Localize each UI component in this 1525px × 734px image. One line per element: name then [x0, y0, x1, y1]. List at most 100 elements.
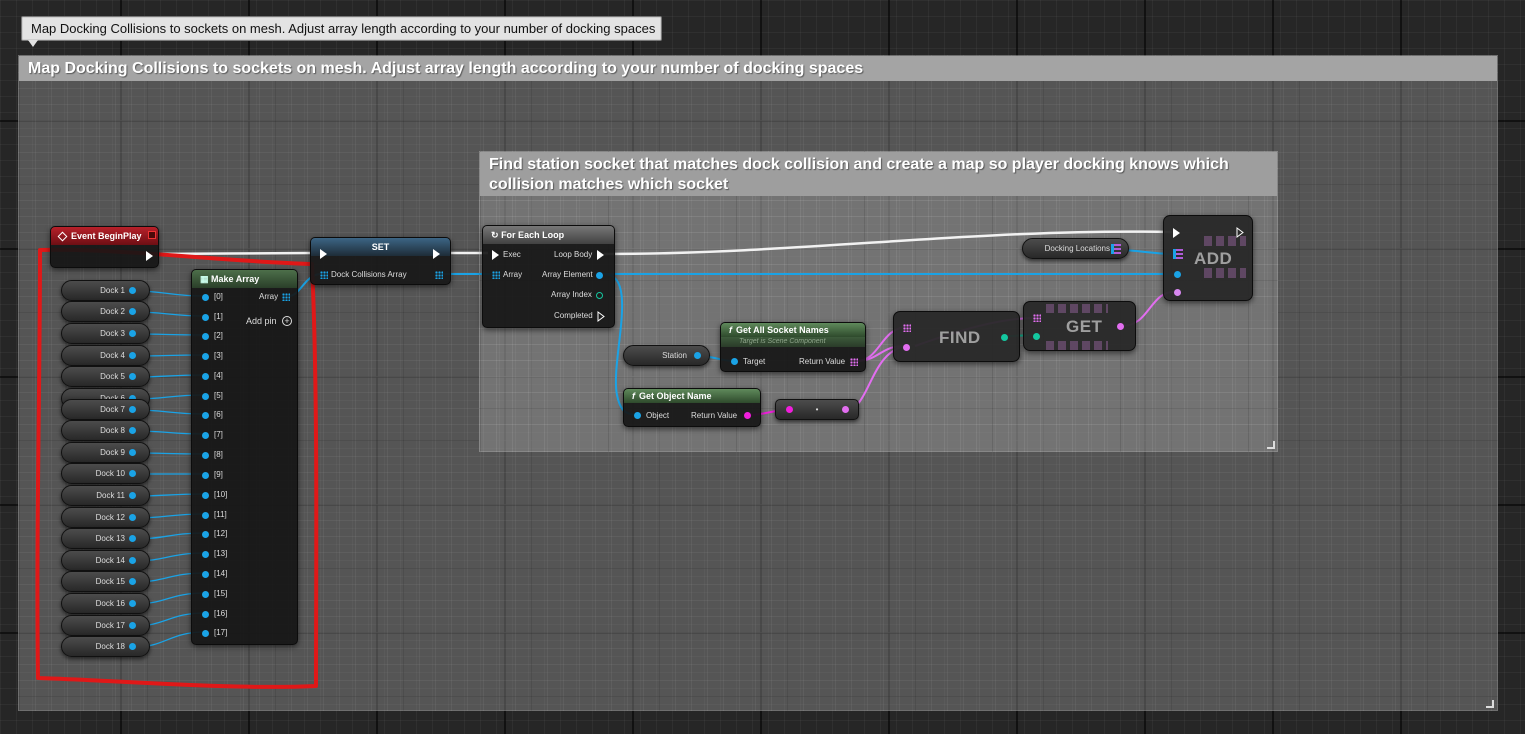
dock-var-17[interactable]: Dock 17 [61, 615, 150, 636]
foreach-index-pin[interactable] [596, 292, 603, 299]
make-array-in-pin-11[interactable] [202, 512, 209, 519]
get-object-name-node[interactable]: f Get Object Name Object Return Value [623, 388, 761, 427]
inner-comment-resize-handle[interactable] [1267, 441, 1275, 449]
docking-locations-var[interactable]: Docking Locations [1022, 238, 1129, 259]
array-find-node[interactable]: FIND [893, 311, 1020, 362]
make-array-in-pin-3[interactable] [202, 353, 209, 360]
dock-var-18[interactable]: Dock 18 [61, 636, 150, 657]
dock-var-out-pin[interactable] [129, 330, 136, 337]
foreach-array-in-pin[interactable] [492, 271, 500, 279]
make-array-in-pin-6[interactable] [202, 412, 209, 419]
dock-var-out-pin[interactable] [129, 352, 136, 359]
dock-var-out-pin[interactable] [129, 492, 136, 499]
make-array-node[interactable]: ▦ Make Array [0] [1] [2] [3] [4] [5] [6] [7] [8]… [191, 269, 298, 645]
find-index-out-pin[interactable] [1001, 334, 1008, 341]
socket-target-pin[interactable] [731, 358, 738, 365]
add-value-pin[interactable] [1174, 289, 1181, 296]
set-array-out-pin[interactable] [435, 271, 443, 279]
outer-comment-resize-handle[interactable] [1486, 700, 1494, 708]
add-exec-in-pin[interactable] [1173, 228, 1180, 238]
map-pin-icon[interactable] [1111, 244, 1121, 254]
make-array-in-pin-0[interactable] [202, 294, 209, 301]
dock-var-15[interactable]: Dock 15 [61, 571, 150, 592]
dock-var-out-pin[interactable] [129, 449, 136, 456]
dock-var-out-pin[interactable] [129, 578, 136, 585]
dock-var-out-pin[interactable] [129, 643, 136, 650]
dock-var-out-pin[interactable] [129, 308, 136, 315]
foreach-exec-in-pin[interactable] [492, 250, 499, 260]
make-array-in-pin-16[interactable] [202, 611, 209, 618]
conv-out-pin[interactable] [842, 406, 849, 413]
set-exec-out-pin[interactable] [433, 249, 440, 259]
station-var[interactable]: Station [623, 345, 710, 366]
get-all-socket-names-node[interactable]: f Get All Socket Names Target is Scene Co… [720, 322, 866, 372]
dock-var-7[interactable]: Dock 7 [61, 399, 150, 420]
make-array-in-pin-15[interactable] [202, 591, 209, 598]
dock-var-out-pin[interactable] [129, 470, 136, 477]
dock-var-out-pin[interactable] [129, 622, 136, 629]
dock-var-out-pin[interactable] [129, 427, 136, 434]
dock-var-out-pin[interactable] [129, 600, 136, 607]
make-array-in-pin-2[interactable] [202, 333, 209, 340]
map-add-node[interactable]: ADD [1163, 215, 1253, 301]
dock-var-4[interactable]: Dock 4 [61, 345, 150, 366]
set-exec-in-pin[interactable] [320, 249, 327, 259]
make-array-in-pin-1[interactable] [202, 314, 209, 321]
get-array-in-pin[interactable] [1033, 314, 1041, 322]
event-exec-out-pin[interactable] [146, 251, 153, 261]
dock-var-5[interactable]: Dock 5 [61, 366, 150, 387]
set-node[interactable]: SET Dock Collisions Array [310, 237, 451, 285]
foreach-element-pin[interactable] [596, 272, 603, 279]
find-item-in-pin[interactable] [903, 344, 910, 351]
dock-var-2[interactable]: Dock 2 [61, 301, 150, 322]
dock-var-11[interactable]: Dock 11 [61, 485, 150, 506]
array-get-node[interactable]: GET [1023, 301, 1136, 351]
make-array-in-pin-8[interactable] [202, 452, 209, 459]
find-array-in-pin[interactable] [903, 324, 911, 332]
make-array-in-pin-13[interactable] [202, 551, 209, 558]
conv-in-pin[interactable] [786, 406, 793, 413]
object-return-pin[interactable] [744, 412, 751, 419]
outer-comment-title[interactable]: Map Docking Collisions to sockets on mes… [19, 56, 1497, 81]
dock-var-out-pin[interactable] [129, 535, 136, 542]
object-in-pin[interactable] [634, 412, 641, 419]
make-array-output-pin[interactable] [282, 293, 290, 301]
make-array-in-pin-4[interactable] [202, 373, 209, 380]
dock-var-out-pin[interactable] [129, 287, 136, 294]
foreach-loopbody-pin[interactable] [597, 250, 604, 260]
set-array-in-pin[interactable] [320, 271, 328, 279]
add-map-in-pin[interactable] [1173, 249, 1183, 259]
foreach-loop-node[interactable]: ↻ For Each Loop Exec Loop Body Array Arr… [482, 225, 615, 328]
dock-var-out-pin[interactable] [129, 514, 136, 521]
dock-var-10[interactable]: Dock 10 [61, 463, 150, 484]
dock-var-1[interactable]: Dock 1 [61, 280, 150, 301]
socket-return-pin[interactable] [850, 358, 858, 366]
make-array-in-pin-12[interactable] [202, 531, 209, 538]
dock-var-out-pin[interactable] [129, 373, 136, 380]
make-array-in-pin-5[interactable] [202, 393, 209, 400]
add-pin-plus-icon[interactable]: + [282, 316, 292, 326]
dock-var-12[interactable]: Dock 12 [61, 507, 150, 528]
get-item-out-pin[interactable] [1117, 323, 1124, 330]
inner-comment-title[interactable]: Find station socket that matches dock co… [480, 152, 1277, 196]
add-pin-label[interactable]: Add pin [246, 316, 277, 326]
dock-var-3[interactable]: Dock 3 [61, 323, 150, 344]
get-index-in-pin[interactable] [1033, 333, 1040, 340]
make-array-in-pin-14[interactable] [202, 571, 209, 578]
make-array-in-pin-9[interactable] [202, 472, 209, 479]
dock-var-16[interactable]: Dock 16 [61, 593, 150, 614]
make-array-in-pin-7[interactable] [202, 432, 209, 439]
make-array-in-pin-17[interactable] [202, 630, 209, 637]
station-out-pin[interactable] [694, 352, 701, 359]
event-delegate-pin-icon[interactable] [148, 231, 156, 239]
dock-var-8[interactable]: Dock 8 [61, 420, 150, 441]
string-to-name-conversion-node[interactable]: • [775, 399, 859, 420]
dock-var-out-pin[interactable] [129, 557, 136, 564]
make-array-in-pin-10[interactable] [202, 492, 209, 499]
dock-var-13[interactable]: Dock 13 [61, 528, 150, 549]
dock-var-14[interactable]: Dock 14 [61, 550, 150, 571]
add-exec-out-pin[interactable] [1236, 227, 1245, 238]
event-beginplay-node[interactable]: Event BeginPlay [50, 226, 159, 268]
dock-var-out-pin[interactable] [129, 406, 136, 413]
dock-var-9[interactable]: Dock 9 [61, 442, 150, 463]
